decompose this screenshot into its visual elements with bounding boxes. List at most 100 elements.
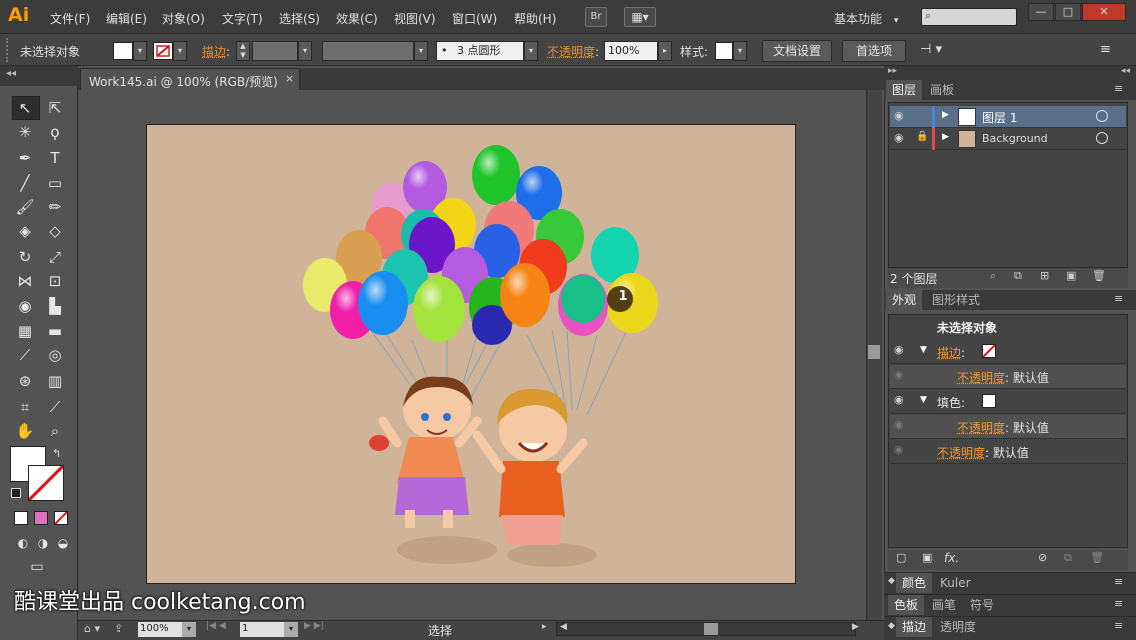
visibility-eye-icon[interactable]: ◉ (894, 343, 904, 356)
fill-dropdown-arrow[interactable]: ▾ (133, 41, 147, 61)
last-page-icon[interactable]: ▶ ▶| (304, 621, 324, 631)
scroll-left-icon[interactable]: ◀ (560, 622, 567, 632)
collapse-triangle-icon[interactable]: ▼ (920, 345, 927, 355)
opacity-dropdown[interactable]: ▸ (658, 41, 672, 61)
visibility-eye-icon[interactable]: ◉ (894, 418, 904, 431)
default-colors-icon[interactable] (11, 488, 21, 498)
artboard-tool-icon[interactable]: ⌗ (12, 396, 38, 418)
stroke-label[interactable]: 描边: (202, 43, 230, 60)
none-mode-button[interactable] (54, 511, 68, 525)
zoom-dropdown[interactable]: ▾ (182, 622, 196, 637)
fill-swatch[interactable] (113, 42, 133, 60)
status-menu-arrow[interactable]: ▸ (542, 622, 547, 632)
horizontal-scroll-thumb[interactable] (704, 623, 718, 635)
screen-mode-icon[interactable]: ▭ (24, 556, 50, 578)
expand-arrows-icon[interactable]: ◆ (888, 576, 895, 586)
minimize-button[interactable]: — (1028, 3, 1054, 21)
delete-item-icon[interactable]: 🗑 (1090, 551, 1104, 564)
hand-tool-icon[interactable]: ✋ (12, 420, 38, 442)
panel-menu-icon[interactable]: ≡ (1114, 597, 1123, 610)
appearance-panel-menu-icon[interactable]: ≡ (1114, 292, 1123, 305)
appearance-fill-row[interactable]: ◉ ▼ 填色: (890, 390, 1126, 414)
dock-collapse-icon[interactable]: ◂◂ (1121, 66, 1130, 76)
maximize-button[interactable]: □ (1055, 3, 1081, 21)
zoom-tool-icon[interactable]: ⌕ (42, 420, 68, 442)
grip-handle[interactable] (6, 38, 10, 62)
tab-brushes[interactable]: 画笔 (926, 595, 962, 615)
preferences-button[interactable]: 首选项 (842, 40, 906, 62)
stroke-none-swatch[interactable] (982, 344, 996, 358)
arrange-documents-icon[interactable]: ▦▾ (624, 7, 656, 27)
collapse-icon[interactable]: ◂◂ (6, 68, 16, 79)
menu-effect[interactable]: 效果(C) (336, 10, 378, 27)
close-window-button[interactable]: ✕ (1082, 3, 1126, 21)
document-setup-button[interactable]: 文档设置 (762, 40, 832, 62)
opacity-input[interactable]: 100% (604, 41, 658, 61)
layers-panel-menu-icon[interactable]: ≡ (1114, 82, 1123, 95)
new-layer-icon[interactable]: ▣ (1066, 269, 1076, 282)
duplicate-item-icon[interactable]: ⧉ (1064, 551, 1072, 565)
artboard[interactable] (146, 124, 796, 584)
share-icon[interactable]: ⇪ (114, 622, 123, 635)
fill-white-swatch[interactable] (982, 394, 996, 408)
tab-graphic-styles[interactable]: 图形样式 (926, 290, 986, 310)
workspace-switcher[interactable]: 基本功能 ▾ (834, 10, 898, 27)
layer-row[interactable]: ◉ ▶ 图层 1 (890, 106, 1126, 128)
scroll-right-icon[interactable]: ▶ (852, 622, 859, 632)
paintbrush-tool-icon[interactable]: 🖌 (12, 196, 38, 218)
appearance-fill-opacity-row[interactable]: ◉ 不透明度: 默认值 (890, 415, 1126, 439)
width-tool-icon[interactable]: ⋈ (12, 270, 38, 292)
arrange-icon[interactable]: ⊣ ▾ (920, 42, 942, 57)
eyedropper-tool-icon[interactable]: ⟋ (12, 344, 38, 366)
profile-dropdown[interactable]: ▾ (414, 41, 428, 61)
menu-view[interactable]: 视图(V) (394, 10, 436, 27)
delete-layer-icon[interactable]: 🗑 (1092, 269, 1106, 282)
add-new-stroke-icon[interactable]: ▢ (896, 551, 906, 564)
stroke-swatch[interactable] (153, 42, 173, 60)
pen-tool-icon[interactable]: ✒ (12, 147, 38, 169)
menu-object[interactable]: 对象(O) (162, 10, 205, 27)
visibility-eye-icon[interactable]: ◉ (894, 131, 904, 144)
visibility-eye-icon[interactable]: ◉ (894, 109, 904, 122)
blob-brush-tool-icon[interactable]: ◈ (12, 220, 38, 242)
add-effect-button[interactable]: fx. (944, 551, 959, 565)
panel-menu-icon[interactable]: ≡ (1100, 42, 1111, 57)
tab-artboards[interactable]: 画板 (924, 80, 960, 100)
expand-dock-icon[interactable]: ▸▸ (888, 66, 897, 76)
target-circle-icon[interactable] (1096, 132, 1108, 144)
symbol-sprayer-tool-icon[interactable]: ⊛ (12, 370, 38, 392)
panel-menu-icon[interactable]: ≡ (1114, 619, 1123, 632)
menu-help[interactable]: 帮助(H) (514, 10, 556, 27)
rotate-tool-icon[interactable]: ↻ (12, 246, 38, 268)
swap-colors-icon[interactable]: ↰ (52, 447, 61, 460)
blend-tool-icon[interactable]: ◎ (42, 344, 68, 366)
eraser-tool-icon[interactable]: ◇ (42, 220, 68, 242)
perspective-grid-tool-icon[interactable]: ▙ (42, 295, 68, 317)
tab-transparency[interactable]: 透明度 (934, 617, 982, 637)
tab-stroke[interactable]: 描边 (896, 617, 933, 637)
layer-row[interactable]: ◉ 🔒 ▶ Background (890, 128, 1126, 150)
tab-swatches[interactable]: 色板 (888, 595, 925, 615)
appearance-opacity-row[interactable]: ◉ 不透明度: 默认值 (890, 440, 1126, 464)
scale-tool-icon[interactable]: ⤢ (42, 246, 68, 268)
variable-width-profile[interactable] (322, 41, 414, 61)
opacity-label[interactable]: 不透明度: (547, 43, 599, 60)
tab-appearance[interactable]: 外观 (886, 290, 923, 310)
tab-kuler[interactable]: Kuler (934, 573, 977, 593)
menu-select[interactable]: 选择(S) (279, 10, 320, 27)
type-tool-icon[interactable]: T (42, 147, 68, 169)
menu-file[interactable]: 文件(F) (50, 10, 90, 27)
slice-tool-icon[interactable]: ⟋ (42, 396, 68, 418)
help-search-input[interactable]: ⌕ (921, 8, 1017, 26)
make-clipping-mask-icon[interactable]: ⧉ (1014, 269, 1022, 283)
mesh-tool-icon[interactable]: ▦ (12, 320, 38, 342)
page-input[interactable]: 1 (240, 622, 284, 637)
shape-builder-tool-icon[interactable]: ◉ (12, 295, 38, 317)
direct-selection-tool-icon[interactable]: ⇱ (42, 97, 68, 119)
stroke-color-swatch[interactable] (27, 464, 65, 502)
clear-appearance-icon[interactable]: ⊘ (1038, 551, 1047, 564)
first-page-icon[interactable]: |◀ ◀ (206, 621, 226, 631)
expand-arrows-icon[interactable]: ◆ (888, 621, 895, 631)
gradient-tool-icon[interactable]: ▬ (42, 320, 68, 342)
stroke-weight-input[interactable] (252, 41, 298, 61)
